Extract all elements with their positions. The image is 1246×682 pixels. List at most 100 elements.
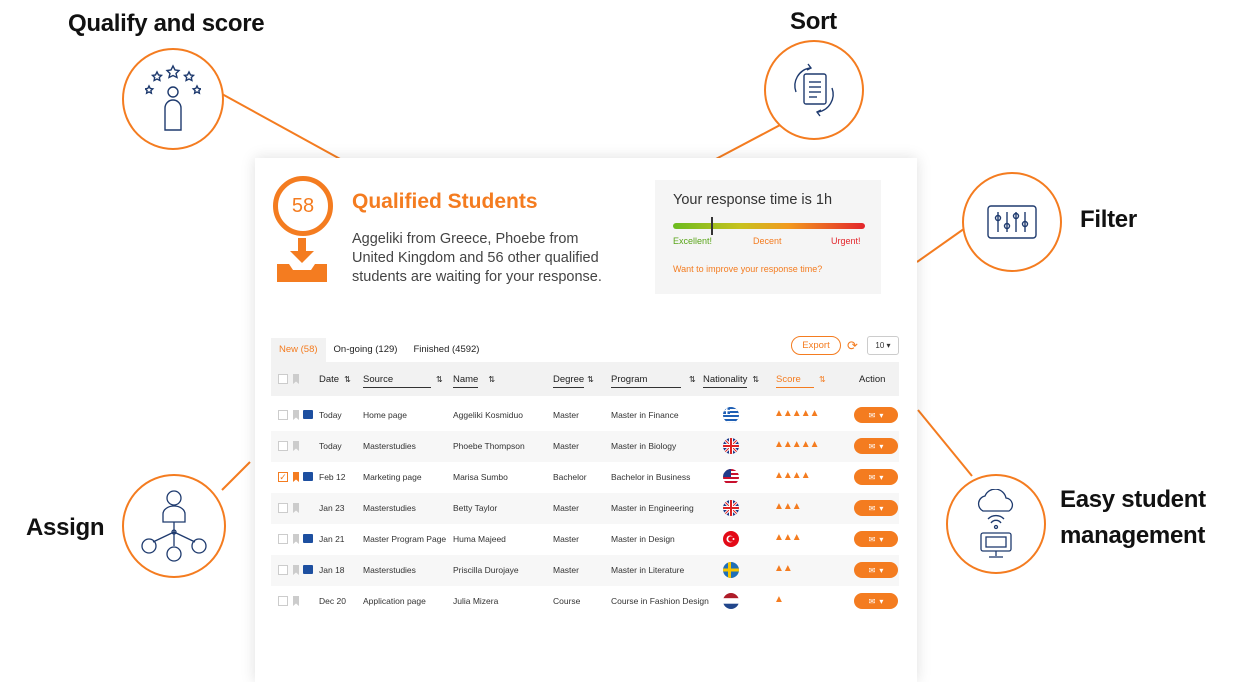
uk-flag-icon [723,438,739,454]
cell-source: Marketing page [363,472,422,482]
action-email-button[interactable]: ✉ ▾ [854,531,898,547]
action-email-button[interactable]: ✉ ▾ [854,438,898,454]
bookmark-icon[interactable] [293,410,299,420]
envelope-icon: ✉ [868,410,876,420]
score-rating: ▲▲ [774,563,793,574]
action-email-button[interactable]: ✉ ▾ [854,469,898,485]
message-icon[interactable] [303,472,313,481]
table-row[interactable]: ✓ Feb 12 Marketing page Marisa Sumbo Bachelo… [271,462,899,493]
student-dashboard-panel: 58 Qualified Students Aggeliki from Gree… [255,158,917,682]
cell-program: Master in Finance [611,410,679,420]
row-checkbox[interactable] [278,565,288,575]
cell-date: Today [319,410,342,420]
per-page-select[interactable]: 10 ▾ [867,336,899,355]
cell-degree: Master [553,565,579,575]
response-time-gradient-bar [673,223,865,229]
callout-qualify-title: Qualify and score [68,10,265,37]
cell-program: Master in Design [611,534,675,544]
action-email-button[interactable]: ✉ ▾ [854,562,898,578]
column-source[interactable]: Source ⇅ [363,374,443,388]
cell-program: Course in Fashion Design [611,596,709,606]
cell-name: Julia Mizera [453,596,499,606]
callout-management-title-1: Easy student [1060,486,1206,513]
response-label-decent: Decent [753,236,782,246]
row-checkbox[interactable] [278,410,288,420]
header-bookmark-icon [293,374,299,384]
action-email-button[interactable]: ✉ ▾ [854,500,898,516]
improve-response-link[interactable]: Want to improve your response time? [673,264,822,274]
bookmark-icon[interactable] [293,441,299,451]
qualified-students-text: Aggeliki from Greece, Phoebe from United… [352,231,602,285]
bookmark-icon[interactable] [293,596,299,606]
chevron-down-icon: ▾ [879,565,884,575]
status-tabs: New (58) On-going (129) Finished (4592) [271,338,487,362]
column-program[interactable]: Program ⇅ [611,374,696,388]
column-name[interactable]: Name ⇅ [453,374,495,388]
cell-source: Masterstudies [363,503,416,513]
tab-finished[interactable]: Finished (4592) [405,338,487,362]
cell-source: Masterstudies [363,441,416,451]
row-checkbox[interactable] [278,534,288,544]
column-date[interactable]: Date ⇅ [319,374,351,385]
message-icon[interactable] [303,534,313,543]
cell-source: Master Program Page [363,534,447,544]
message-icon[interactable] [303,410,313,419]
cell-source: Home page [363,410,407,420]
action-email-button[interactable]: ✉ ▾ [854,593,898,609]
table-row[interactable]: Dec 20 Application page Julia Mizera Course… [271,586,899,617]
sort-document-icon [764,40,864,140]
cell-degree: Master [553,441,579,451]
callout-management-title-2: management [1060,522,1206,549]
callout-sort-title: Sort [790,8,837,35]
qualified-students-title: Qualified Students [352,190,538,213]
bookmark-icon[interactable] [293,534,299,544]
cell-date: Jan 18 [319,565,345,575]
table-row[interactable]: Jan 23 Masterstudies Betty Taylor Master Mas… [271,493,899,524]
envelope-icon: ✉ [868,534,876,544]
response-time-title: Your response time is 1h [673,192,833,208]
table-row[interactable]: Today Home page Aggeliki Kosmiduo Master Mas… [271,400,899,431]
table-row[interactable]: Today Masterstudies Phoebe Thompson Master M… [271,431,899,462]
envelope-icon: ✉ [868,596,876,606]
table-row[interactable]: Jan 21 Master Program Page Huma Majeed Mast… [271,524,899,555]
row-checkbox[interactable]: ✓ [278,472,288,482]
tab-ongoing[interactable]: On-going (129) [326,338,406,362]
column-degree[interactable]: Degree ⇅ [553,374,594,388]
cell-name: Betty Taylor [453,503,498,513]
cell-program: Master in Biology [611,441,677,451]
sweden-flag-icon [723,562,739,578]
row-checkbox[interactable] [278,441,288,451]
column-score[interactable]: Score ⇅ [776,374,826,388]
response-time-marker [711,217,713,235]
callout-filter-title: Filter [1080,206,1137,233]
cell-program: Bachelor in Business [611,472,691,482]
score-rating: ▲▲▲▲ [774,470,811,481]
usa-flag-icon [723,469,739,485]
select-all-checkbox[interactable] [278,374,288,384]
refresh-icon[interactable]: ⟳ [847,338,858,354]
chevron-down-icon: ▾ [879,472,884,482]
table-row[interactable]: Jan 18 Masterstudies Priscilla Durojaye Mas… [271,555,899,586]
score-rating: ▲▲▲▲▲ [774,408,819,419]
bookmark-icon[interactable] [293,565,299,575]
envelope-icon: ✉ [868,472,876,482]
tab-new[interactable]: New (58) [271,338,326,362]
cell-name: Aggeliki Kosmiduo [453,410,523,420]
export-button[interactable]: Export [791,336,841,355]
qualified-count-badge: 58 [273,176,333,236]
score-rating: ▲▲▲▲▲ [774,439,819,450]
row-checkbox[interactable] [278,503,288,513]
cell-name: Marisa Sumbo [453,472,508,482]
cell-program: Master in Engineering [611,503,694,513]
cell-date: Today [319,441,342,451]
action-email-button[interactable]: ✉ ▾ [854,407,898,423]
response-label-urgent: Urgent! [831,236,861,246]
cell-degree: Master [553,503,579,513]
message-icon[interactable] [303,565,313,574]
column-nationality[interactable]: Nationality ⇅ [703,374,759,388]
row-checkbox[interactable] [278,596,288,606]
cell-name: Phoebe Thompson [453,441,525,451]
bookmark-icon[interactable] [293,503,299,513]
bookmark-icon[interactable] [293,472,299,482]
chevron-down-icon: ▾ [879,410,884,420]
